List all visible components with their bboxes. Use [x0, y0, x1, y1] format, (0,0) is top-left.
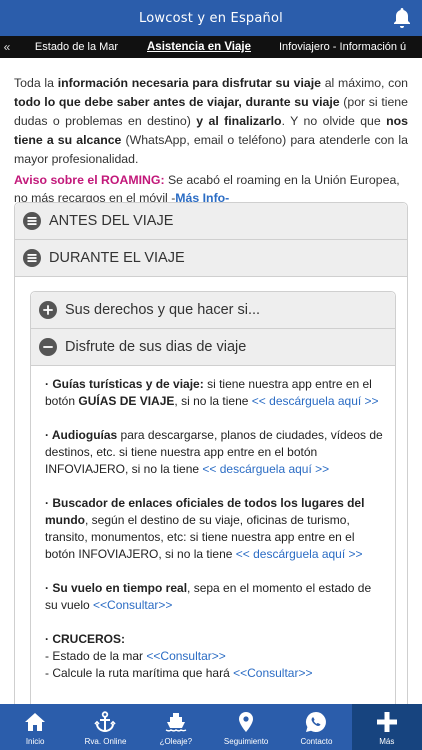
consultar-link[interactable]: <<Consultar>>: [93, 598, 172, 612]
nav-label: Más: [379, 737, 395, 746]
anchor-icon: [94, 711, 117, 733]
item-title: · CRUCEROS:: [45, 632, 125, 646]
consultar-link[interactable]: <<Consultar>>: [233, 666, 312, 680]
item-title: · Guías turísticas y de viaje:: [45, 377, 204, 391]
accordion-derechos[interactable]: Sus derechos y que hacer si...: [31, 292, 395, 329]
intro-text: al máximo, con: [320, 76, 408, 90]
nav-contacto[interactable]: Contacto: [281, 704, 351, 750]
list-item: · Buscador de enlaces oficiales de todos…: [45, 495, 383, 563]
nav-label: Seguimiento: [223, 737, 269, 746]
map-pin-icon: [239, 712, 254, 732]
accordion-main: ANTES DEL VIAJE DURANTE EL VIAJE Sus der…: [14, 202, 408, 704]
download-link[interactable]: << descárguela aquí >>: [252, 394, 379, 408]
tab-estado-mar[interactable]: Estado de la Mar: [14, 41, 139, 53]
app-header: Lowcost y en Español: [0, 0, 422, 36]
accordion-antes-viaje[interactable]: ANTES DEL VIAJE: [15, 203, 407, 240]
home-icon: [25, 713, 46, 731]
plus-circle-icon: [39, 301, 57, 319]
nav-seguimiento[interactable]: Seguimiento: [211, 704, 281, 750]
item-bold: GUÍAS DE VIAJE: [78, 394, 175, 408]
download-link[interactable]: << descárguela aquí >>: [202, 462, 329, 476]
top-tabs: « Estado de la Mar Asistencia en Viaje I…: [0, 36, 422, 58]
accordion-label: Disfrute de sus dias de viaje: [65, 339, 247, 355]
list-item: · Audioguías para descargarse, planos de…: [45, 427, 383, 478]
nav-label: Contacto: [300, 737, 333, 746]
accordion-durante-viaje[interactable]: DURANTE EL VIAJE: [15, 240, 407, 277]
main-content: Toda la información necesaria para disfr…: [0, 58, 422, 704]
item-title: · Audioguías: [45, 428, 118, 442]
bell-icon[interactable]: [390, 6, 414, 30]
nav-inicio[interactable]: Inicio: [0, 704, 70, 750]
list-item: · Guías turísticas y de viaje: si tiene …: [45, 376, 383, 410]
item-title: · Su vuelo en tiempo real: [45, 581, 188, 595]
bottom-nav: Inicio Rva. Online ¿Oleaje? Seguimiento …: [0, 704, 422, 750]
consultar-link[interactable]: <<Consultar>>: [146, 649, 225, 663]
menu-icon: [23, 249, 41, 267]
minus-circle-icon: [39, 338, 57, 356]
accordion-nested: Sus derechos y que hacer si... Disfrute …: [30, 291, 396, 704]
accordion-label: ANTES DEL VIAJE: [49, 213, 174, 229]
item-text: - Estado de la mar: [45, 649, 147, 663]
tab-asistencia-viaje[interactable]: Asistencia en Viaje: [139, 41, 257, 53]
roaming-label: Aviso sobre el ROAMING:: [14, 173, 165, 187]
whatsapp-icon: [306, 712, 327, 732]
intro-text: . Y no olvide que: [281, 114, 387, 128]
intro-paragraph: Toda la información necesaria para disfr…: [0, 58, 422, 169]
item-text: - Calcule la ruta marítima que hará: [45, 666, 234, 680]
nav-mas[interactable]: Más: [351, 704, 422, 750]
nav-label: Rva. Online: [84, 737, 127, 746]
list-item: · Su vuelo en tiempo real, sepa en el mo…: [45, 580, 383, 614]
accordion-disfrute[interactable]: Disfrute de sus dias de viaje: [31, 329, 395, 366]
ship-icon: [165, 713, 187, 732]
tab-infoviajero[interactable]: Infoviajero - Información ú: [257, 41, 414, 53]
item-text: , si no la tiene: [174, 394, 252, 408]
accordion-label: Sus derechos y que hacer si...: [65, 302, 261, 318]
nav-label: ¿Oleaje?: [159, 737, 193, 746]
list-item: · CRUCEROS: - Estado de la mar <<Consult…: [45, 631, 383, 682]
disfrute-content: · Guías turísticas y de viaje: si tiene …: [31, 366, 395, 682]
tabs-left-arrow[interactable]: «: [0, 40, 14, 54]
app-title: Lowcost y en Español: [139, 10, 283, 26]
nav-oleaje[interactable]: ¿Oleaje?: [141, 704, 211, 750]
nav-label: Inicio: [25, 737, 45, 746]
download-link[interactable]: << descárguela aquí >>: [236, 547, 363, 561]
menu-icon: [23, 212, 41, 230]
intro-bold: información necesaria para disfrutar su …: [57, 76, 321, 90]
intro-bold: y al finalizarlo: [196, 114, 282, 128]
intro-text: Toda la: [14, 76, 58, 90]
intro-bold: todo lo que debe saber antes de viajar, …: [14, 95, 340, 109]
nav-rva-online[interactable]: Rva. Online: [70, 704, 140, 750]
plus-icon: [376, 712, 397, 732]
accordion-label: DURANTE EL VIAJE: [49, 250, 185, 266]
